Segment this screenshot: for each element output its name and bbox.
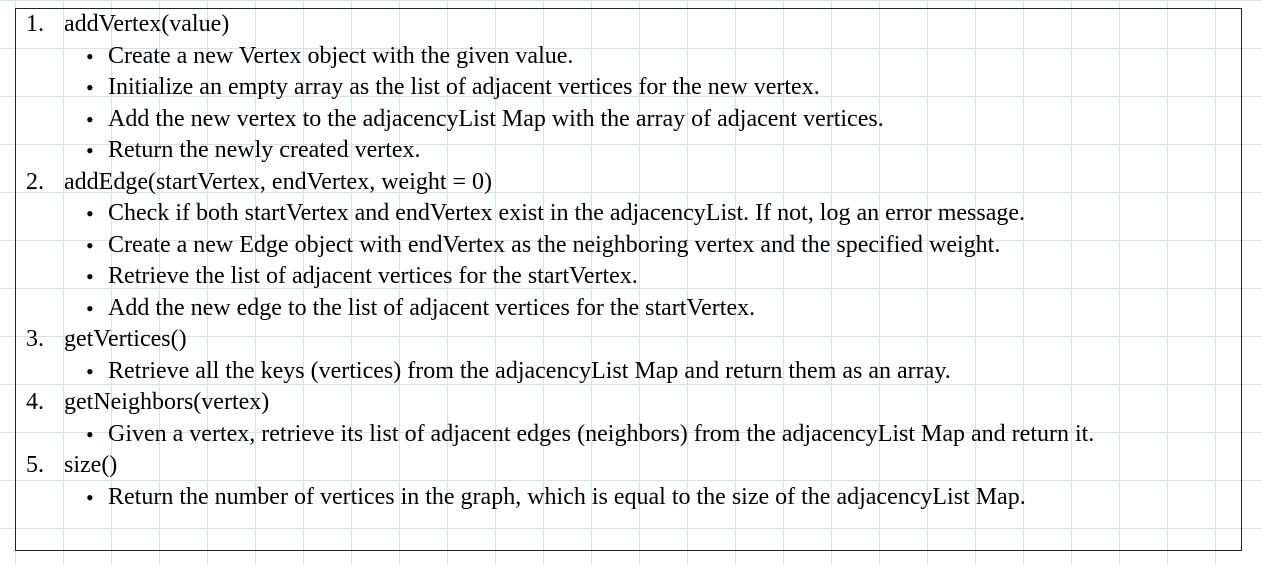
method-heading: 3. getVertices() [16, 324, 1241, 356]
bullet-icon: • [86, 106, 94, 132]
step-list: • Return the number of vertices in the g… [16, 482, 1241, 514]
method-signature: size() [64, 452, 118, 478]
method-list: 1. addVertex(value) • Create a new Verte… [16, 9, 1241, 513]
step-text: Return the number of vertices in the gra… [108, 483, 1026, 510]
bullet-icon: • [86, 232, 94, 258]
step-item: • Return the number of vertices in the g… [16, 482, 1241, 514]
bullet-icon: • [86, 358, 94, 384]
step-item: • Given a vertex, retrieve its list of a… [16, 419, 1241, 451]
method-number: 1. [26, 11, 44, 37]
step-item: • Initialize an empty array as the list … [16, 72, 1241, 104]
method-item-get-neighbors: 4. getNeighbors(vertex) • Given a vertex… [16, 387, 1241, 450]
step-text: Add the new edge to the list of adjacent… [108, 294, 756, 321]
document-text-box: 1. addVertex(value) • Create a new Verte… [15, 8, 1242, 551]
method-item-add-edge: 2. addEdge(startVertex, endVertex, weigh… [16, 167, 1241, 325]
bullet-icon: • [86, 75, 94, 100]
step-text: Add the new vertex to the adjacencyList … [108, 105, 884, 132]
bullet-icon: • [86, 484, 94, 510]
step-text: Check if both startVertex and endVertex … [108, 200, 1026, 226]
method-item-add-vertex: 1. addVertex(value) • Create a new Verte… [16, 9, 1241, 167]
bullet-icon: • [86, 264, 94, 289]
step-item: • Create a new Vertex object with the gi… [16, 41, 1241, 73]
method-number: 3. [26, 326, 44, 352]
step-text: Given a vertex, retrieve its list of adj… [108, 420, 1095, 447]
bullet-icon: • [86, 295, 94, 321]
step-text: Create a new Edge object with endVertex … [108, 231, 1001, 258]
method-heading: 1. addVertex(value) [16, 9, 1241, 41]
method-item-get-vertices: 3. getVertices() • Retrieve all the keys… [16, 324, 1241, 387]
method-signature: getNeighbors(vertex) [64, 389, 270, 415]
method-heading: 5. size() [16, 450, 1241, 482]
method-number: 5. [26, 452, 44, 478]
method-signature: addEdge(startVertex, endVertex, weight =… [64, 168, 493, 195]
step-item: • Return the newly created vertex. [16, 135, 1241, 167]
method-heading: 4. getNeighbors(vertex) [16, 387, 1241, 419]
method-signature: addVertex(value) [64, 11, 230, 37]
step-item: • Retrieve the list of adjacent vertices… [16, 261, 1241, 293]
step-text: Retrieve the list of adjacent vertices f… [108, 263, 638, 289]
bullet-icon: • [86, 421, 94, 447]
step-item: • Add the new vertex to the adjacencyLis… [16, 104, 1241, 136]
bullet-icon: • [86, 138, 94, 163]
step-item: • Check if both startVertex and endVerte… [16, 198, 1241, 230]
step-list: • Check if both startVertex and endVerte… [16, 198, 1241, 324]
method-number: 4. [26, 389, 44, 415]
step-item: • Add the new edge to the list of adjace… [16, 293, 1241, 325]
step-item: • Retrieve all the keys (vertices) from … [16, 356, 1241, 388]
step-text: Create a new Vertex object with the give… [108, 42, 574, 69]
method-heading: 2. addEdge(startVertex, endVertex, weigh… [16, 167, 1241, 199]
step-list: • Create a new Vertex object with the gi… [16, 41, 1241, 167]
step-text: Retrieve all the keys (vertices) from th… [108, 357, 951, 384]
step-list: • Retrieve all the keys (vertices) from … [16, 356, 1241, 388]
bullet-icon: • [86, 201, 94, 226]
step-text: Return the newly created vertex. [108, 137, 421, 163]
method-item-size: 5. size() • Return the number of vertice… [16, 450, 1241, 513]
method-number: 2. [26, 168, 44, 195]
method-signature: getVertices() [64, 326, 187, 352]
step-text: Initialize an empty array as the list of… [108, 74, 820, 100]
step-item: • Create a new Edge object with endVerte… [16, 230, 1241, 262]
bullet-icon: • [86, 43, 94, 69]
step-list: • Given a vertex, retrieve its list of a… [16, 419, 1241, 451]
